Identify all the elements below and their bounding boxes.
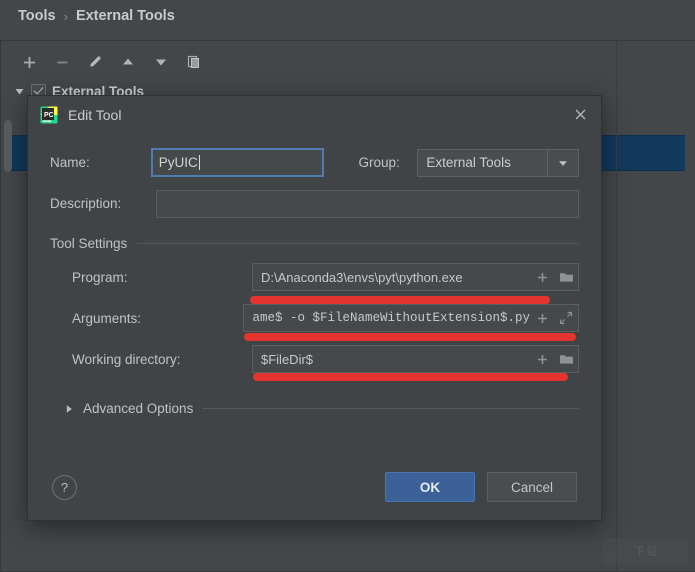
move-up-icon[interactable] bbox=[113, 48, 143, 76]
tool-settings-header: Tool Settings bbox=[50, 236, 579, 251]
working-directory-input[interactable]: $FileDir$ bbox=[252, 345, 579, 381]
program-label: Program: bbox=[72, 269, 128, 285]
insert-macro-icon[interactable] bbox=[530, 305, 554, 331]
description-input[interactable] bbox=[156, 189, 579, 218]
browse-folder-icon[interactable] bbox=[554, 346, 578, 372]
left-rail bbox=[0, 41, 1, 572]
name-label: Name: bbox=[50, 155, 90, 170]
breadcrumb-separator-icon: › bbox=[63, 8, 68, 24]
ok-button[interactable]: OK bbox=[385, 472, 475, 502]
annotation-stroke-working-directory bbox=[253, 373, 568, 381]
move-down-icon[interactable] bbox=[146, 48, 176, 76]
name-input[interactable]: PyUIC bbox=[150, 148, 325, 177]
header-divider bbox=[0, 40, 695, 41]
pycharm-icon: PC bbox=[40, 106, 58, 123]
name-row: Name: PyUIC Group: External Tools bbox=[50, 146, 579, 179]
section-divider bbox=[202, 408, 579, 409]
remove-icon[interactable] bbox=[47, 48, 77, 76]
browse-folder-icon[interactable] bbox=[554, 264, 578, 290]
watermark: 下载 bbox=[603, 538, 689, 564]
advanced-options-toggle[interactable]: Advanced Options bbox=[50, 401, 579, 416]
advanced-options-label: Advanced Options bbox=[83, 401, 194, 416]
edit-icon[interactable] bbox=[80, 48, 110, 76]
arguments-label: Arguments: bbox=[72, 310, 142, 326]
program-input[interactable]: D:\Anaconda3\envs\pyt\python.exe bbox=[252, 263, 579, 291]
program-row: Program: D:\Anaconda3\envs\pyt\python.ex… bbox=[50, 262, 579, 292]
arguments-row: Arguments: ame$ -o $FileNameWithoutExten… bbox=[50, 296, 579, 341]
close-icon[interactable] bbox=[569, 104, 591, 126]
expand-icon[interactable] bbox=[554, 305, 578, 331]
cancel-button[interactable]: Cancel bbox=[487, 472, 577, 502]
description-label: Description: bbox=[50, 196, 122, 211]
insert-macro-icon[interactable] bbox=[530, 346, 554, 372]
working-directory-input-value: $FileDir$ bbox=[261, 351, 314, 367]
annotation-stroke-arguments-bottom bbox=[244, 333, 577, 341]
tree-scrollbar[interactable] bbox=[4, 120, 12, 172]
working-directory-row: Working directory: $FileDir$ bbox=[50, 344, 579, 381]
dialog-footer: ? OK Cancel bbox=[28, 454, 601, 520]
text-caret bbox=[198, 155, 200, 170]
dialog-titlebar: PC Edit Tool bbox=[28, 96, 601, 133]
breadcrumb: Tools › External Tools bbox=[18, 8, 175, 24]
dialog-body: Name: PyUIC Group: External Tools Descri… bbox=[28, 146, 601, 416]
chevron-down-icon[interactable] bbox=[547, 149, 578, 176]
insert-macro-icon[interactable] bbox=[530, 264, 554, 290]
copy-icon[interactable] bbox=[179, 48, 209, 76]
description-row: Description: bbox=[50, 187, 579, 220]
tool-settings-title: Tool Settings bbox=[50, 236, 128, 251]
name-input-value: PyUIC bbox=[158, 155, 198, 170]
breadcrumb-current: External Tools bbox=[75, 8, 175, 24]
chevron-right-icon[interactable] bbox=[64, 404, 74, 414]
edit-tool-dialog: PC Edit Tool Name: PyUIC Group: External… bbox=[27, 95, 602, 521]
section-divider bbox=[137, 243, 579, 244]
arguments-input[interactable]: ame$ -o $FileNameWithoutExtension$.py bbox=[243, 296, 579, 341]
dialog-title: Edit Tool bbox=[68, 106, 122, 123]
group-label: Group: bbox=[358, 155, 400, 170]
arguments-input-value: ame$ -o $FileNameWithoutExtension$.py bbox=[252, 311, 530, 325]
working-directory-label: Working directory: bbox=[72, 351, 181, 367]
tool-settings-group: Tool Settings Program: D:\Anaconda3\envs… bbox=[50, 236, 579, 381]
group-dropdown[interactable]: External Tools bbox=[417, 148, 579, 177]
help-button[interactable]: ? bbox=[52, 474, 77, 500]
svg-text:PC: PC bbox=[44, 112, 54, 119]
group-dropdown-value: External Tools bbox=[426, 155, 511, 170]
tools-toolbar bbox=[14, 47, 209, 77]
program-input-value: D:\Anaconda3\envs\pyt\python.exe bbox=[261, 269, 463, 285]
collapse-triangle-icon[interactable] bbox=[14, 86, 25, 97]
right-rail bbox=[616, 41, 617, 572]
add-icon[interactable] bbox=[14, 48, 44, 76]
annotation-stroke-arguments-top bbox=[250, 296, 551, 304]
breadcrumb-root[interactable]: Tools bbox=[18, 8, 56, 24]
